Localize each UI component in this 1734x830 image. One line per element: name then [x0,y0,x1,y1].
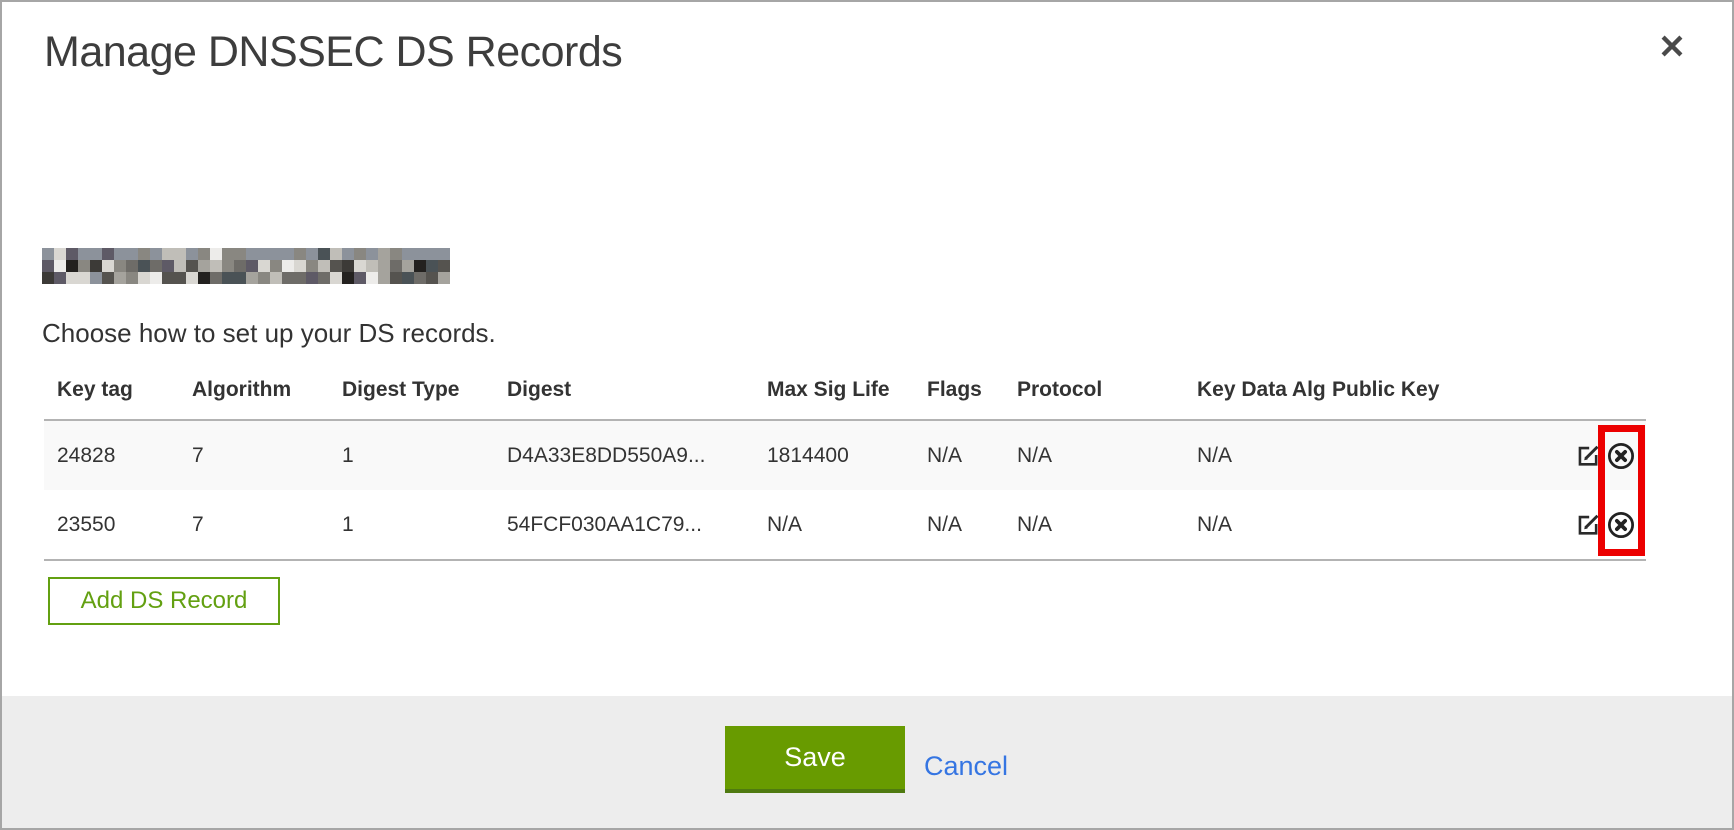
edit-pencil-icon [1575,526,1602,541]
add-ds-record-button[interactable]: Add DS Record [48,577,280,625]
delete-record-button[interactable] [1606,510,1636,540]
column-header-digest-type: Digest Type [342,360,507,420]
cell-public-key [1332,490,1532,560]
cell-digest: 54FCF030AA1C79... [507,490,767,560]
edit-pencil-icon [1575,457,1602,472]
cell-key-data-alg: N/A [1197,420,1332,490]
table-row: 235507154FCF030AA1C79...N/AN/AN/AN/A [44,490,1646,560]
cell-digest-type: 1 [342,420,507,490]
cell-digest-type: 1 [342,490,507,560]
row-actions [1532,420,1646,490]
column-header-max-sig-life: Max Sig Life [767,360,927,420]
edit-record-button[interactable] [1575,442,1602,469]
instruction-text: Choose how to set up your DS records. [42,318,496,349]
cell-protocol: N/A [1017,490,1197,560]
column-header-flags: Flags [927,360,1017,420]
row-actions [1532,490,1646,560]
table-row: 2482871D4A33E8DD550A9...1814400N/AN/AN/A [44,420,1646,490]
cancel-link[interactable]: Cancel [924,751,1008,782]
dialog-footer: Save Cancel [2,696,1732,828]
circle-x-icon [1606,459,1636,474]
column-header-protocol: Protocol [1017,360,1197,420]
cell-key-data-alg: N/A [1197,490,1332,560]
cell-flags: N/A [927,420,1017,490]
manage-dnssec-dialog: Manage DNSSEC DS Records Choose how to s… [0,0,1734,830]
page-title: Manage DNSSEC DS Records [44,28,622,77]
cell-algorithm: 7 [192,490,342,560]
circle-x-icon [1606,528,1636,543]
column-header-digest: Digest [507,360,767,420]
redacted-domain-name [42,248,450,284]
cell-key-tag: 24828 [44,420,192,490]
cell-flags: N/A [927,490,1017,560]
table-header-row: Key tag Algorithm Digest Type Digest Max… [44,360,1646,420]
cell-digest: D4A33E8DD550A9... [507,420,767,490]
cell-protocol: N/A [1017,420,1197,490]
save-button[interactable]: Save [725,726,905,793]
cell-public-key [1332,420,1532,490]
edit-record-button[interactable] [1575,511,1602,538]
cell-algorithm: 7 [192,420,342,490]
cell-max-sig-life: N/A [767,490,927,560]
close-icon [1658,48,1686,63]
cell-key-tag: 23550 [44,490,192,560]
cell-max-sig-life: 1814400 [767,420,927,490]
column-header-actions [1532,360,1646,420]
column-header-key-data-alg: Key Data Alg [1197,360,1332,420]
column-header-key-tag: Key tag [44,360,192,420]
column-header-algorithm: Algorithm [192,360,342,420]
column-header-public-key: Public Key [1332,360,1532,420]
close-button[interactable] [1654,28,1690,64]
ds-records-table: Key tag Algorithm Digest Type Digest Max… [44,360,1646,561]
delete-record-button[interactable] [1606,441,1636,471]
